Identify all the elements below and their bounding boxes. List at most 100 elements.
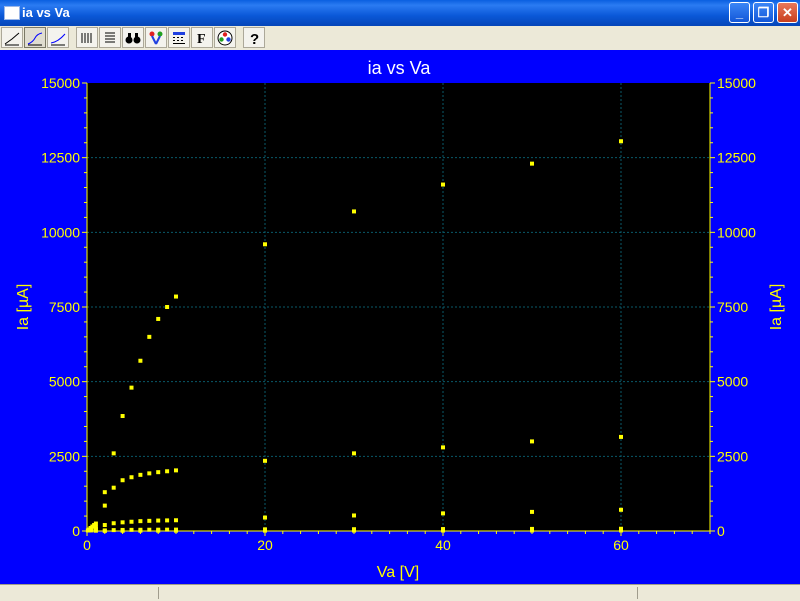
data-point (102, 523, 107, 528)
font-button[interactable]: F (191, 27, 213, 48)
line-plot-button[interactable] (1, 27, 23, 48)
data-point (174, 294, 178, 299)
marker-button[interactable] (145, 27, 167, 48)
data-point (129, 519, 134, 524)
data-point (619, 507, 623, 512)
data-point (530, 509, 534, 514)
data-point (93, 528, 98, 533)
data-point (263, 515, 267, 520)
data-point (165, 527, 170, 532)
data-table-icon (173, 32, 185, 44)
data-point (619, 434, 623, 439)
marker-icon (149, 31, 163, 45)
data-point (352, 513, 356, 518)
y-tick-label: 15000 (41, 75, 80, 91)
help-icon: ? (250, 31, 259, 46)
data-point (174, 468, 178, 473)
x-tick-label: 60 (613, 537, 629, 553)
color-palette-icon (217, 30, 233, 46)
minimize-button[interactable]: _ (729, 2, 750, 23)
y-tick-label: 10000 (41, 224, 80, 240)
y-tick-label: 2500 (49, 448, 80, 464)
chart-svg[interactable]: ia vs Va Va [V] Ia [µA] Ia [µA] 0 20 40 60 0… (0, 50, 800, 584)
data-point (441, 182, 445, 187)
data-point (263, 458, 267, 463)
data-point (138, 519, 143, 524)
x-tick-label: 40 (435, 537, 451, 553)
data-point (352, 528, 356, 533)
data-point (441, 511, 445, 516)
y-tick-label-right: 5000 (717, 374, 748, 390)
status-divider (158, 587, 159, 599)
data-point (165, 518, 170, 523)
y-tick-label-right: 10000 (717, 224, 756, 240)
data-point (111, 521, 116, 526)
data-point (165, 469, 170, 474)
y-tick-label-right: 15000 (717, 75, 756, 91)
data-point (111, 485, 116, 490)
font-icon: F (197, 32, 206, 46)
data-point (111, 528, 116, 533)
y-tick-label: 7500 (49, 299, 80, 315)
data-point (619, 528, 623, 533)
line-plot-3-icon (50, 33, 66, 46)
y-tick-label: 5000 (49, 374, 80, 390)
data-point (441, 528, 445, 533)
data-point (263, 242, 267, 247)
data-point (120, 478, 125, 483)
horizontal-lines-button[interactable] (99, 27, 121, 48)
line-plot-3-button[interactable] (47, 27, 69, 48)
data-point (111, 451, 116, 456)
data-point (129, 527, 134, 532)
chart-title: ia vs Va (368, 58, 432, 78)
x-tick-label: 0 (83, 537, 91, 553)
data-point (120, 528, 125, 533)
data-point (530, 161, 534, 166)
y-tick-label: 12500 (41, 150, 80, 166)
data-table-button[interactable] (168, 27, 190, 48)
data-point (102, 528, 107, 533)
help-button[interactable]: ? (243, 27, 265, 48)
zoom-button[interactable] (122, 27, 144, 48)
close-button[interactable]: ✕ (777, 2, 798, 23)
vertical-bars-button[interactable] (76, 27, 98, 48)
plot-window: ia vs Va Va [V] Ia [µA] Ia [µA] 0 20 40 60 0… (0, 50, 800, 584)
data-point (147, 518, 152, 523)
binoculars-icon (125, 33, 141, 44)
restore-button[interactable]: ❐ (753, 2, 774, 23)
data-point (263, 528, 267, 533)
data-point (102, 490, 107, 495)
y-tick-label-right: 2500 (717, 448, 748, 464)
horizontal-lines-icon (105, 32, 115, 43)
svg-text:?: ? (250, 31, 259, 46)
svg-text:F: F (197, 32, 206, 46)
data-point (147, 334, 152, 339)
data-point (174, 528, 178, 533)
y-tick-label: 0 (72, 523, 80, 539)
data-point (138, 528, 143, 533)
data-point (165, 305, 170, 309)
line-plot-2-button[interactable] (24, 27, 46, 48)
data-point (156, 518, 161, 523)
line-plot-2-icon (27, 32, 43, 46)
data-point (147, 471, 152, 476)
y-tick-label-right: 7500 (717, 299, 748, 315)
app-icon (4, 6, 20, 20)
window-titlebar: ia vs Va _ ❐ ✕ (0, 0, 800, 26)
data-point (93, 521, 98, 526)
data-point (120, 520, 125, 525)
data-point (129, 475, 134, 480)
color-palette-button[interactable] (214, 27, 236, 48)
x-tick-label: 20 (257, 537, 273, 553)
data-point (138, 358, 143, 363)
data-point (138, 472, 143, 477)
data-point (89, 528, 94, 533)
window-title: ia vs Va (22, 5, 70, 20)
data-point (156, 316, 161, 321)
data-point (441, 445, 445, 450)
data-point (129, 385, 134, 390)
data-point (530, 528, 534, 533)
y-axis-label-right: Ia [µA] (768, 284, 785, 331)
data-point (352, 209, 356, 214)
data-point (619, 139, 623, 144)
